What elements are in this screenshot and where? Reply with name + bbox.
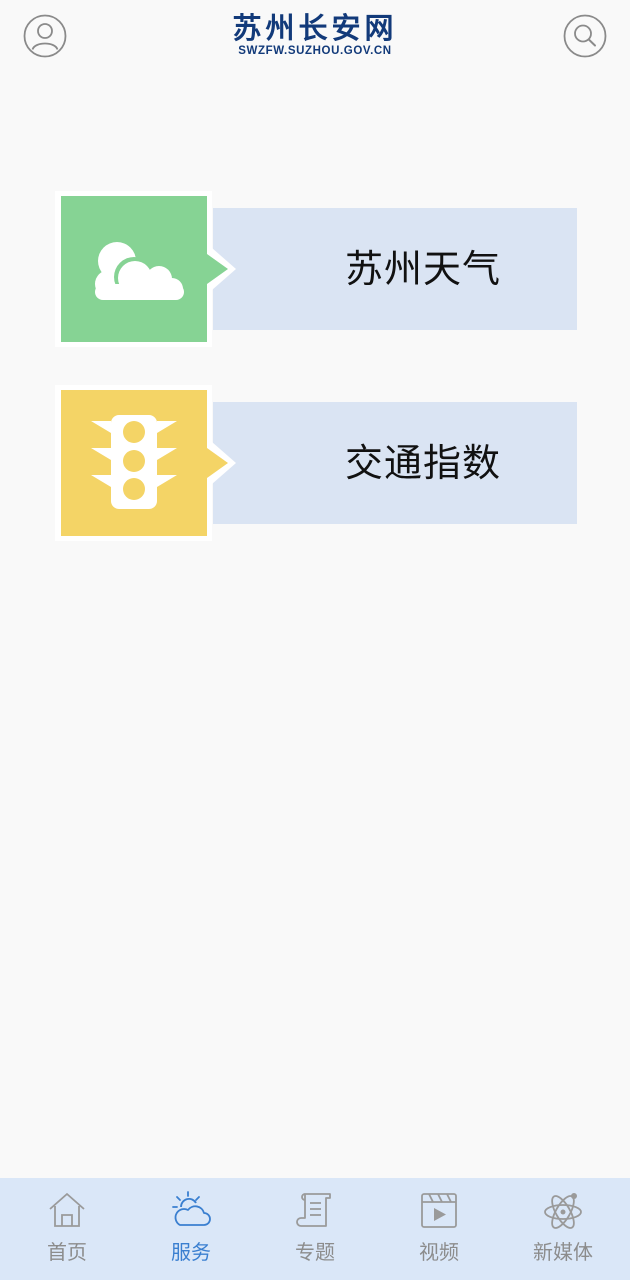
atom-icon [544,1193,582,1229]
tab-video[interactable]: 视频 [384,1178,494,1280]
logo-chinese-text: 苏州长安网 [232,11,398,45]
tab-label: 专题 [295,1240,335,1264]
service-card-weather[interactable]: 苏州天气 [55,191,577,347]
service-label-weather: 苏州天气 [345,247,502,291]
tab-label: 视频 [419,1240,459,1264]
user-profile-button[interactable] [23,14,67,58]
tab-service[interactable]: 服务 [136,1178,246,1280]
home-icon [49,1193,85,1227]
site-logo: 苏州长安网 SWZFW.SUZHOU.GOV.CN [215,12,415,60]
tab-new-media[interactable]: 新媒体 [508,1178,618,1280]
tab-label: 服务 [171,1240,211,1264]
user-circle-icon [23,14,67,58]
tab-label: 新媒体 [533,1240,593,1264]
tab-home[interactable]: 首页 [12,1178,122,1280]
sun-cloud-icon [172,1191,211,1226]
tab-label: 首页 [47,1240,87,1264]
search-icon [563,14,607,58]
service-label-traffic: 交通指数 [345,441,502,485]
service-card-traffic[interactable]: 交通指数 [55,385,577,541]
bottom-tab-bar: 首页 服务 专题 视频 新媒体 [0,1178,630,1280]
logo-domain-text: SWZFW.SUZHOU.GOV.CN [238,45,392,57]
app-header: 苏州长安网 SWZFW.SUZHOU.GOV.CN [0,0,630,76]
video-clapper-icon [421,1193,457,1228]
tab-topic[interactable]: 专题 [260,1178,370,1280]
service-tile-traffic [55,385,236,541]
scroll-icon [296,1193,331,1227]
service-tile-weather [55,191,236,347]
search-button[interactable] [563,14,607,58]
